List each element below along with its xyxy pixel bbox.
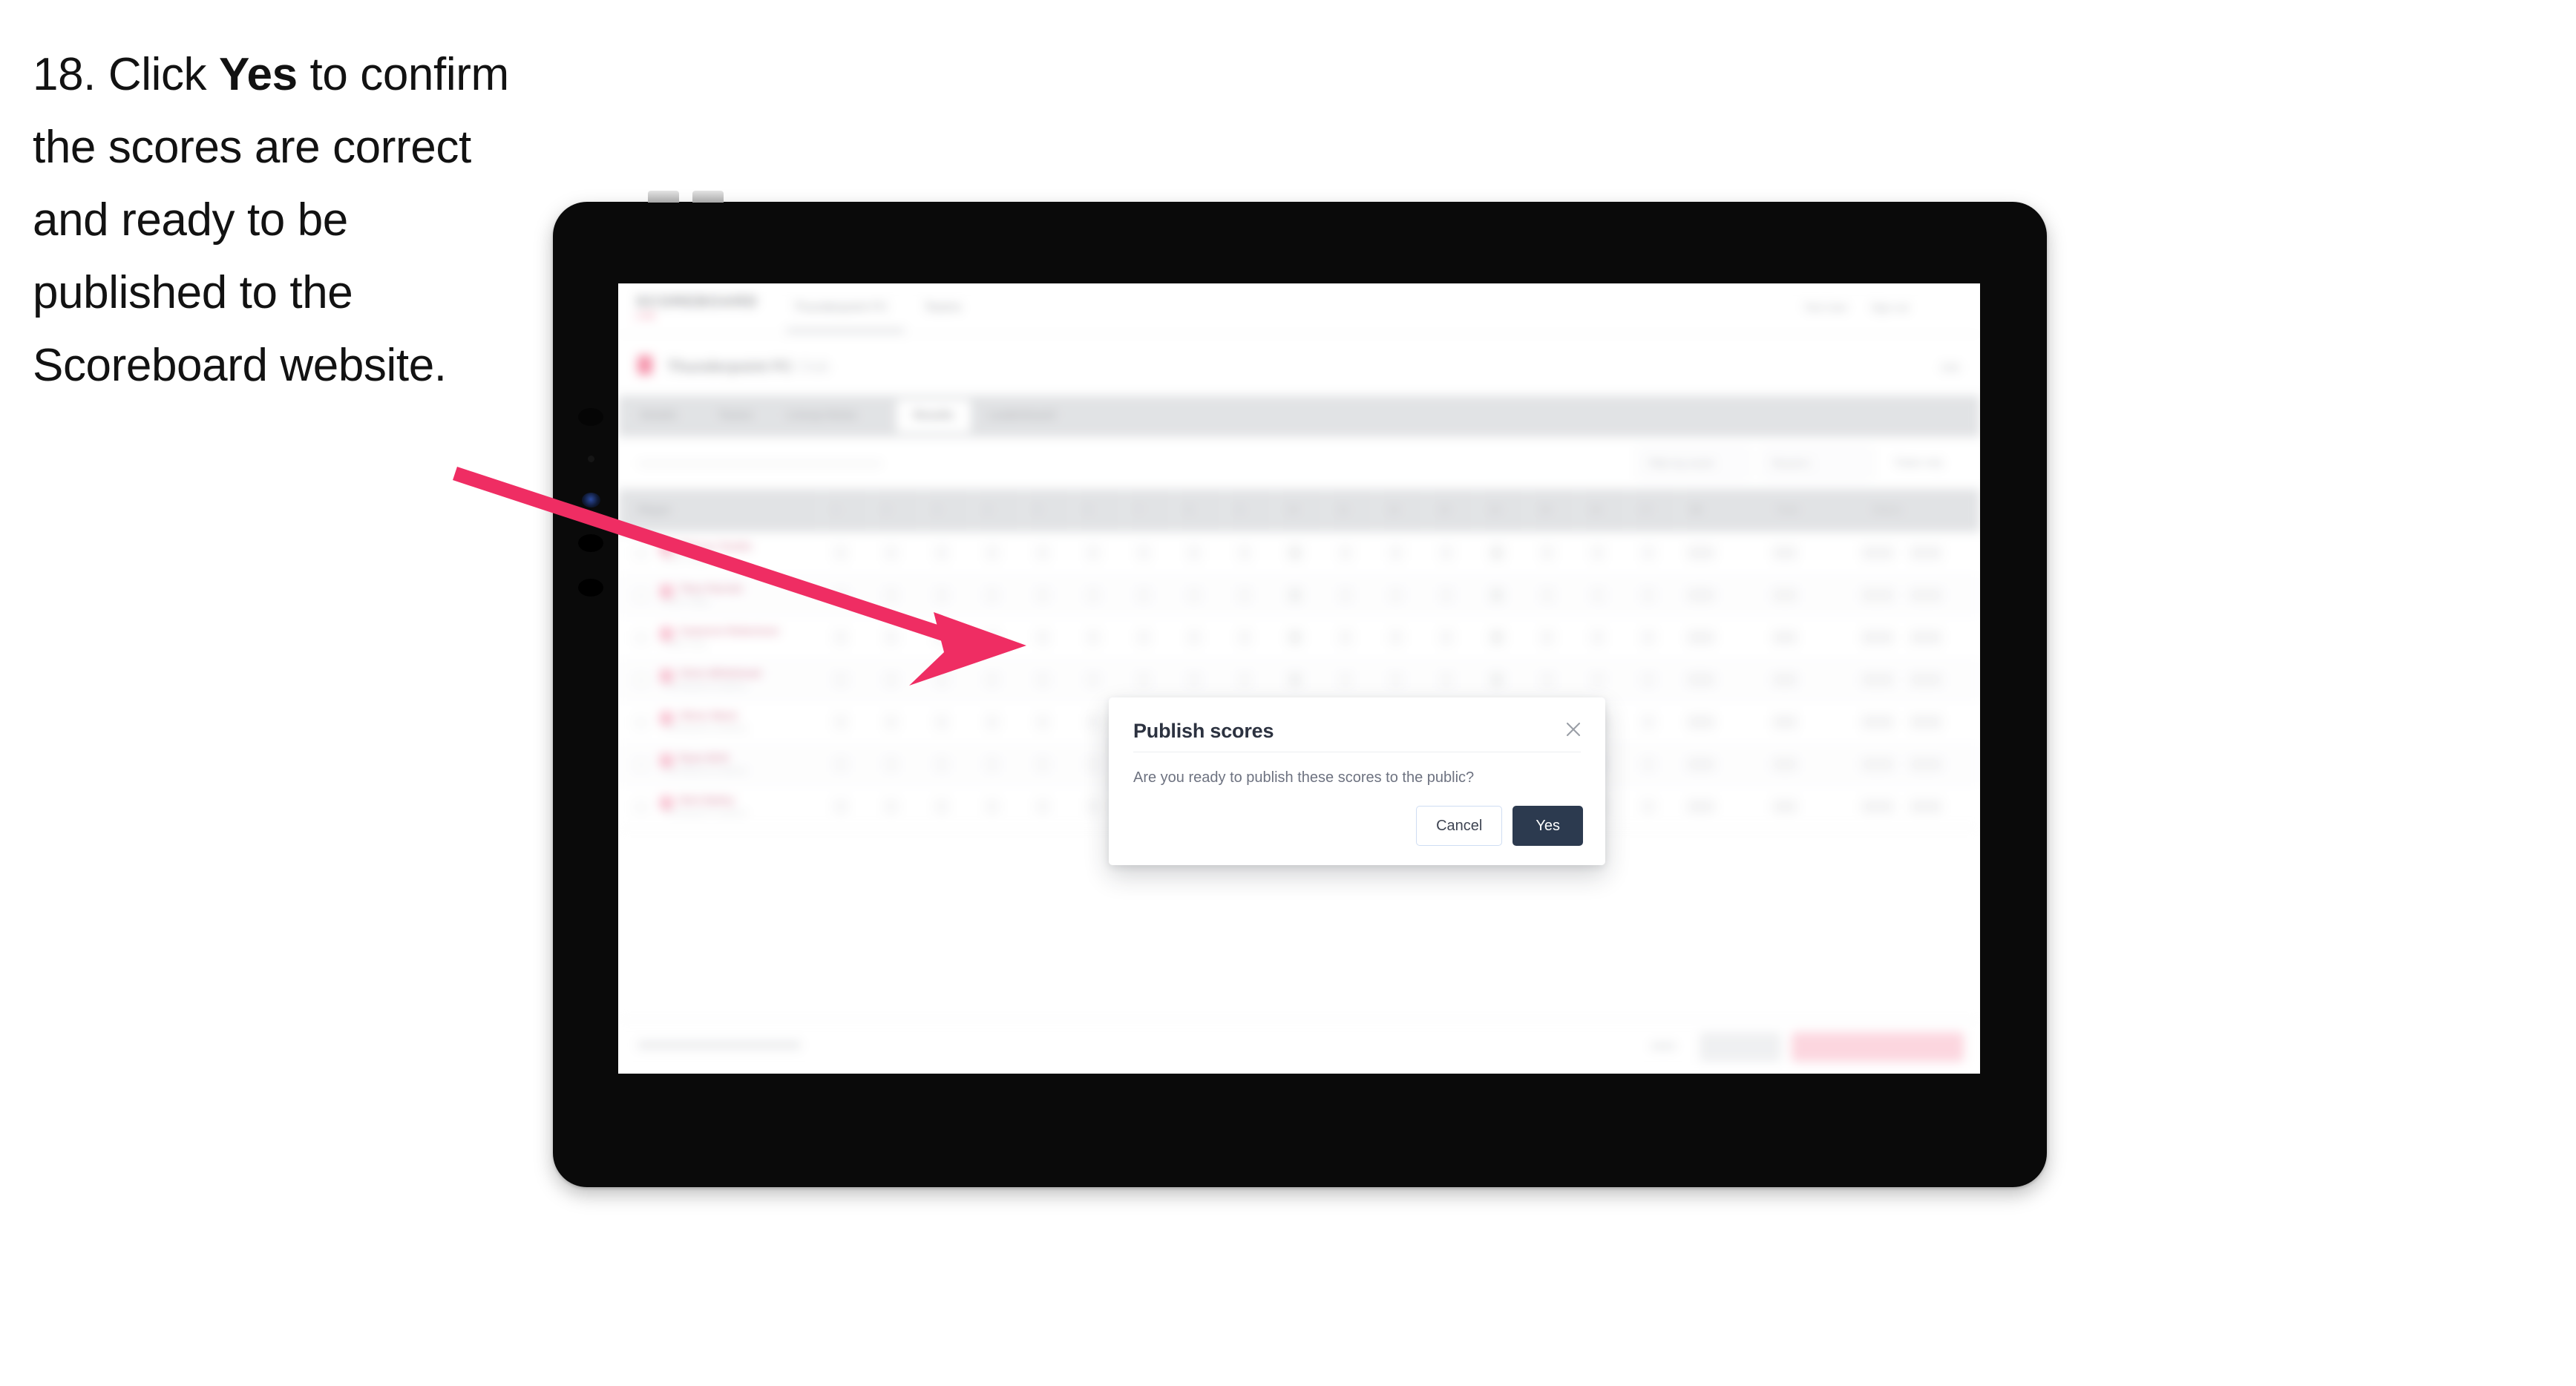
- microphone-hole-icon: [578, 579, 603, 597]
- dialog-body-text: Are you ready to publish these scores to…: [1133, 769, 1475, 786]
- cancel-button[interactable]: Cancel: [1416, 806, 1503, 846]
- caption-rest: to confirm the scores are correct and re…: [33, 49, 509, 391]
- step-number: 18.: [33, 49, 96, 100]
- dialog-actions: Cancel Yes: [1416, 806, 1583, 846]
- caption-emphasis: Yes: [218, 49, 298, 100]
- speaker-hole-icon: [578, 534, 603, 552]
- camera-lens-icon: [578, 408, 603, 426]
- modal-backdrop[interactable]: [618, 283, 1980, 1074]
- publish-scores-dialog: Publish scores Are you ready to publish …: [1109, 697, 1605, 865]
- caption-prefix: Click: [108, 49, 219, 100]
- front-camera-icon: [582, 493, 600, 508]
- instruction-caption: 18. Click Yes to confirm the scores are …: [33, 39, 552, 402]
- volume-down-button[interactable]: [692, 191, 724, 203]
- tablet-device: SCOREBOARD LIVE Thunderpoint FC Teams Te…: [546, 191, 2054, 1194]
- dialog-title: Publish scores: [1133, 720, 1274, 742]
- close-icon[interactable]: [1561, 717, 1586, 742]
- ambient-sensor-icon: [588, 456, 594, 462]
- yes-button[interactable]: Yes: [1513, 806, 1583, 846]
- tablet-screen: SCOREBOARD LIVE Thunderpoint FC Teams Te…: [618, 283, 1980, 1074]
- volume-up-button[interactable]: [648, 191, 679, 203]
